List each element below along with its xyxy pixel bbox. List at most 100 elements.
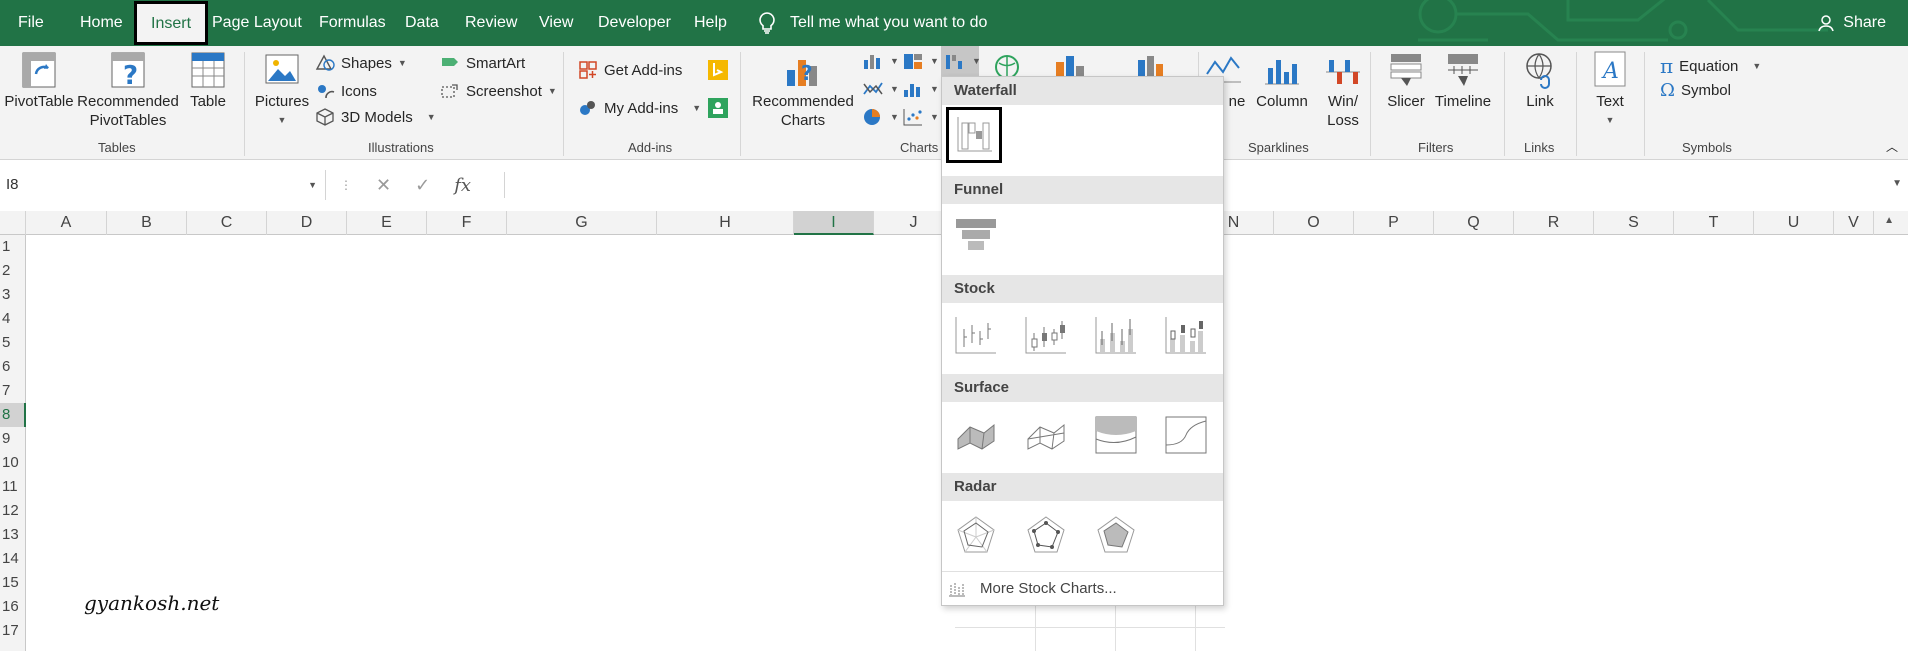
row-header[interactable]: 6 [0, 355, 26, 379]
share-button[interactable]: Share [1817, 0, 1886, 46]
column-header[interactable]: H [657, 211, 794, 235]
column-header[interactable]: R [1514, 211, 1594, 235]
tab-formulas[interactable]: Formulas [319, 0, 386, 46]
enter-icon[interactable]: ✓ [415, 175, 430, 196]
bing-button[interactable] [708, 60, 728, 80]
cancel-icon[interactable]: ✕ [376, 175, 391, 196]
column-header[interactable]: B [107, 211, 187, 235]
wireframe-contour-option[interactable] [1158, 407, 1214, 463]
symbol-button[interactable]: Ω Symbol [1660, 80, 1731, 101]
fx-icon[interactable]: fx [454, 175, 471, 196]
row-header[interactable]: 4 [0, 307, 26, 331]
tab-view[interactable]: View [539, 0, 573, 46]
equation-button[interactable]: π Equation ▼ [1660, 54, 1761, 78]
waterfall-chart-option[interactable] [946, 107, 1002, 163]
funnel-chart-option[interactable] [948, 207, 1004, 263]
hierarchy-chart-button[interactable]: ▼ [902, 52, 939, 70]
tab-developer[interactable]: Developer [598, 0, 671, 46]
name-box[interactable]: I8 ▼ [0, 170, 326, 200]
filled-radar-option[interactable] [1088, 507, 1144, 563]
stock-open-high-low-close-option[interactable] [1018, 307, 1074, 363]
column-header[interactable]: Q [1434, 211, 1514, 235]
link-button[interactable]: Link [1514, 50, 1566, 111]
tab-data[interactable]: Data [405, 0, 439, 46]
tab-insert[interactable]: Insert [134, 1, 209, 45]
name-box-dropdown-icon[interactable]: ▼ [308, 170, 317, 200]
text-button[interactable]: A Text ▼ [1588, 50, 1632, 130]
symbol-label: Symbol [1680, 82, 1731, 99]
column-header[interactable]: E [347, 211, 427, 235]
winloss-label-2: Loss [1327, 112, 1359, 129]
radar-with-markers-option[interactable] [1018, 507, 1074, 563]
stock-volume-high-low-close-option[interactable] [1088, 307, 1144, 363]
row-header-selected[interactable]: 8 [0, 403, 26, 427]
column-header[interactable]: V [1834, 211, 1874, 235]
more-stock-charts-link[interactable]: More Stock Charts... [942, 571, 1223, 605]
row-header[interactable]: 16 [0, 595, 26, 619]
column-sparkline-button[interactable]: Column [1252, 50, 1312, 111]
row-header[interactable]: 9 [0, 427, 26, 451]
column-chart-button[interactable]: ▼ [862, 52, 899, 70]
screenshot-button[interactable]: Screenshot ▼ [440, 82, 557, 100]
column-header[interactable]: G [507, 211, 657, 235]
recommended-pivottables-button[interactable]: ? Recommended PivotTables [77, 50, 179, 130]
tell-me-search[interactable]: Tell me what you want to do [758, 0, 987, 46]
contour-option[interactable] [1088, 407, 1144, 463]
column-header[interactable]: D [267, 211, 347, 235]
scatter-chart-button[interactable]: ▼ [902, 108, 939, 126]
radar-option[interactable] [948, 507, 1004, 563]
column-header[interactable]: C [187, 211, 267, 235]
wireframe-3d-surface-option[interactable] [1018, 407, 1074, 463]
collapse-ribbon-button[interactable]: ︿ [1886, 138, 1898, 155]
select-all-corner[interactable] [0, 211, 26, 235]
icons-button[interactable]: Icons [315, 82, 377, 100]
row-header[interactable]: 2 [0, 259, 26, 283]
row-header[interactable]: 5 [0, 331, 26, 355]
row-header[interactable]: 13 [0, 523, 26, 547]
people-graph-button[interactable] [708, 98, 728, 118]
row-header[interactable]: 1 [0, 235, 26, 259]
scroll-up-icon[interactable]: ▲ [1884, 215, 1894, 226]
slicer-button[interactable]: Slicer [1380, 50, 1432, 111]
column-header[interactable]: U [1754, 211, 1834, 235]
row-header[interactable]: 7 [0, 379, 26, 403]
line-chart-button[interactable]: ▼ [862, 80, 899, 98]
column-header[interactable]: O [1274, 211, 1354, 235]
timeline-button[interactable]: Timeline [1432, 50, 1494, 111]
row-header[interactable]: 15 [0, 571, 26, 595]
smartart-button[interactable]: SmartArt [440, 54, 525, 72]
tab-help[interactable]: Help [694, 0, 727, 46]
tab-file[interactable]: File [18, 0, 44, 46]
shapes-button[interactable]: Shapes ▼ [315, 54, 407, 72]
row-header[interactable]: 10 [0, 451, 26, 475]
my-addins-button[interactable]: My Add-ins ▼ [578, 98, 701, 118]
column-header[interactable]: A [26, 211, 107, 235]
statistic-chart-button[interactable]: ▼ [902, 80, 939, 98]
winloss-sparkline-button[interactable]: Win/ Loss [1318, 50, 1368, 130]
tab-home[interactable]: Home [80, 0, 123, 46]
tab-review[interactable]: Review [465, 0, 517, 46]
column-header[interactable]: P [1354, 211, 1434, 235]
row-header[interactable]: 3 [0, 283, 26, 307]
formula-expand-icon[interactable]: ▼ [1892, 178, 1902, 189]
pie-chart-button[interactable]: ▼ [862, 108, 899, 126]
waterfall-chart-button-icon[interactable]: ▼ [944, 52, 981, 70]
column-header[interactable]: T [1674, 211, 1754, 235]
stock-volume-open-high-low-close-option[interactable] [1158, 307, 1214, 363]
row-header[interactable]: 12 [0, 499, 26, 523]
3d-models-button[interactable]: 3D Models ▼ [315, 108, 436, 126]
row-header[interactable]: 17 [0, 619, 26, 643]
table-button[interactable]: Table [182, 50, 234, 111]
column-header[interactable]: S [1594, 211, 1674, 235]
recommended-charts-button[interactable]: ? Recommended Charts [748, 50, 858, 130]
stock-high-low-close-option[interactable] [948, 307, 1004, 363]
column-header-selected[interactable]: I [794, 211, 874, 235]
tab-page-layout[interactable]: Page Layout [212, 0, 302, 46]
row-header[interactable]: 14 [0, 547, 26, 571]
row-header[interactable]: 11 [0, 475, 26, 499]
column-header[interactable]: F [427, 211, 507, 235]
get-addins-button[interactable]: Get Add-ins [578, 60, 682, 80]
pictures-button[interactable]: Pictures ▼ [252, 50, 312, 130]
pivottable-button[interactable]: PivotTable [4, 50, 74, 111]
3d-surface-option[interactable] [948, 407, 1004, 463]
